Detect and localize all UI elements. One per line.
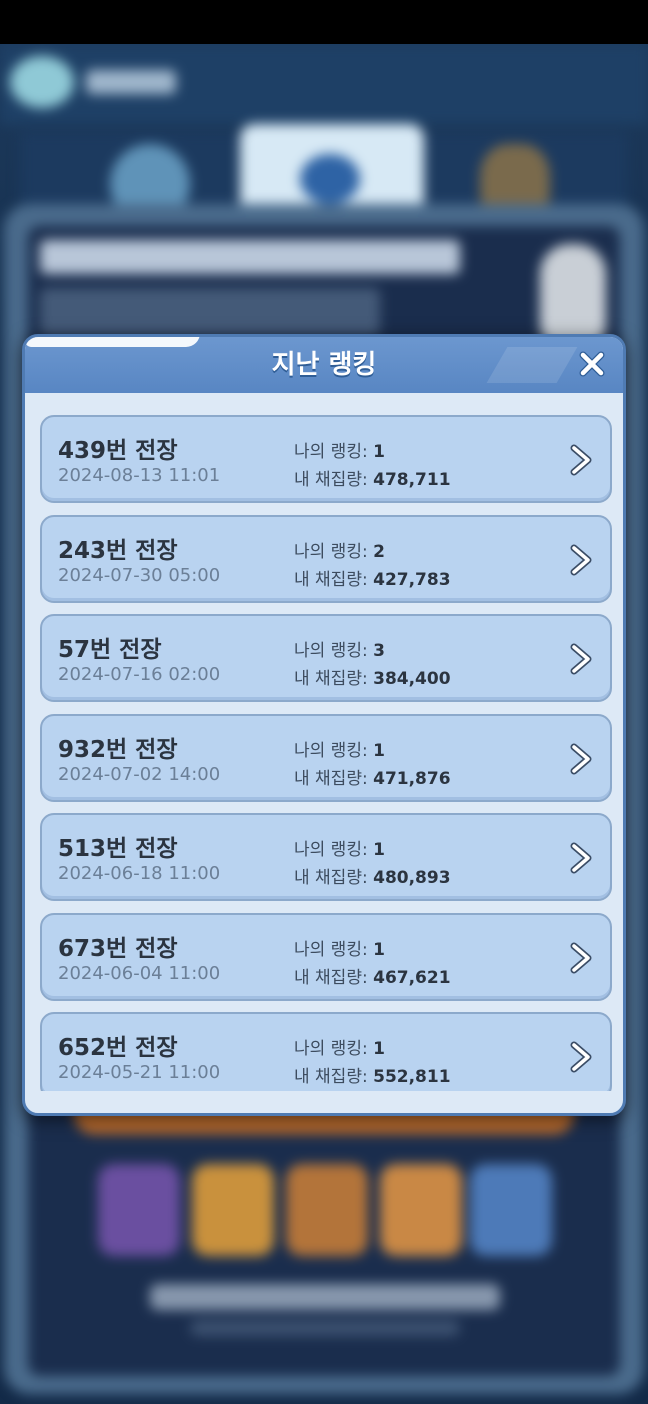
ranking-row[interactable]: 243번 전장 2024-07-30 05:00 나의 랭킹: 2 내 채집량: 42… [40,514,612,603]
battle-number: 932 [58,736,107,763]
battle-suffix: 번 전장 [90,637,162,663]
battle-suffix: 번 전장 [106,1035,178,1061]
my-yield: 내 채집량: 480,893 [294,863,451,888]
my-yield: 내 채집량: 384,400 [294,664,451,689]
chevron-right-icon[interactable] [566,841,596,875]
close-button[interactable] [575,347,609,381]
ranking-list[interactable]: 439번 전장 2024-08-13 11:01 나의 랭킹: 1내 채집량: 47… [40,415,612,1091]
my-rank-label: 나의 랭킹: [294,641,374,661]
battle-number: 673 [58,935,107,962]
battle-title: 673번 전장 [58,929,178,963]
chevron-right-icon[interactable] [566,1040,596,1074]
ranking-row[interactable]: 513번 전장 2024-06-18 11:00 나의 랭킹: 1 내 채집량: 48… [40,813,612,901]
my-yield-value: 471,876 [373,768,451,789]
my-yield-label: 내 채집량: [294,768,374,789]
battle-date: 2024-07-16 02:00 [58,664,221,685]
battle-suffix: 번 전장 [106,836,178,862]
past-ranking-dialog: 지난 랭킹 439번 전장 2024-08-13 11:01 나의 랭킹: 1내 채… [22,334,626,1116]
my-yield: 내 채집량: 478,711 [294,465,451,490]
my-rank-value: 1 [373,442,385,462]
my-rank: 나의 랭킹: 1 [294,1034,385,1059]
close-icon [579,351,605,377]
chevron-right-icon[interactable] [566,742,596,776]
my-rank-label: 나의 랭킹: [294,1039,374,1059]
my-yield-value: 480,893 [373,868,451,888]
my-rank-value: 1 [373,740,385,761]
battle-number: 513 [58,836,107,862]
my-rank-label: 나의 랭킹: [294,541,374,562]
ranking-row[interactable]: 439번 전장 2024-08-13 11:01 나의 랭킹: 1 내 채집량: 47… [40,415,612,503]
battle-title: 513번 전장 [58,829,178,863]
my-rank-value: 1 [373,939,385,960]
battle-number: 243 [58,537,107,564]
my-yield-label: 내 채집량: [294,967,374,988]
my-rank-value: 2 [373,541,385,562]
chevron-right-icon[interactable] [566,543,596,577]
my-yield-value: 552,811 [373,1067,451,1087]
my-rank: 나의 랭킹: 1 [294,935,385,960]
my-yield-label: 내 채집량: [294,1067,374,1087]
my-yield-label: 내 채집량: [294,569,374,590]
battle-date: 2024-05-21 11:00 [58,1062,221,1083]
battle-suffix: 번 전장 [106,537,178,564]
battle-date: 2024-06-04 11:00 [58,962,221,984]
battle-title: 57번 전장 [58,630,162,664]
my-yield: 내 채집량: 427,783 [294,565,451,590]
battle-suffix: 번 전장 [106,736,178,763]
my-yield: 내 채집량: 552,811 [294,1062,451,1087]
chevron-right-icon[interactable] [566,941,596,975]
battle-title: 439번 전장 [58,431,178,465]
my-yield-value: 478,711 [373,470,451,490]
my-yield-label: 내 채집량: [294,669,374,689]
battle-title: 243번 전장 [58,531,178,565]
my-yield: 내 채집량: 471,876 [294,764,451,789]
ranking-row[interactable]: 673번 전장 2024-06-04 11:00 나의 랭킹: 1 내 채집량: 46… [40,912,612,1001]
my-rank-label: 나의 랭킹: [294,740,374,761]
battle-suffix: 번 전장 [106,438,178,464]
my-rank: 나의 랭킹: 1 [294,437,385,462]
battle-title: 932번 전장 [58,730,178,764]
ranking-row[interactable]: 652번 전장 2024-05-21 11:00 나의 랭킹: 1 내 채집량: 55… [40,1012,612,1091]
my-yield-label: 내 채집량: [294,868,374,888]
my-yield-label: 내 채집량: [294,470,374,490]
my-rank: 나의 랭킹: 2 [294,537,385,562]
my-rank: 나의 랭킹: 1 [294,736,385,761]
my-yield-value: 427,783 [373,569,451,590]
battle-date: 2024-07-30 05:00 [58,564,221,586]
my-rank: 나의 랭킹: 1 [294,835,385,860]
battle-date: 2024-07-02 14:00 [58,763,221,785]
battle-number: 439 [58,438,107,464]
battle-suffix: 번 전장 [106,935,178,962]
snow-decoration [25,337,200,347]
my-yield-value: 467,621 [373,967,451,988]
my-rank-label: 나의 랭킹: [294,939,374,960]
ranking-row[interactable]: 57번 전장 2024-07-16 02:00 나의 랭킹: 3 내 채집량: 384… [40,614,612,702]
battle-date: 2024-06-18 11:00 [58,863,221,884]
my-rank-label: 나의 랭킹: [294,840,374,860]
battle-date: 2024-08-13 11:01 [58,465,221,486]
my-rank-label: 나의 랭킹: [294,442,374,462]
my-rank: 나의 랭킹: 3 [294,636,385,661]
battle-number: 57 [58,637,91,663]
my-rank-value: 1 [373,840,385,860]
chevron-right-icon[interactable] [566,443,596,477]
ranking-row[interactable]: 932번 전장 2024-07-02 14:00 나의 랭킹: 1 내 채집량: 47… [40,713,612,802]
battle-title: 652번 전장 [58,1028,178,1062]
chevron-right-icon[interactable] [566,642,596,676]
battle-number: 652 [58,1035,107,1061]
my-rank-value: 1 [373,1039,385,1059]
my-rank-value: 3 [373,641,385,661]
my-yield-value: 384,400 [373,669,451,689]
my-yield: 내 채집량: 467,621 [294,963,451,988]
